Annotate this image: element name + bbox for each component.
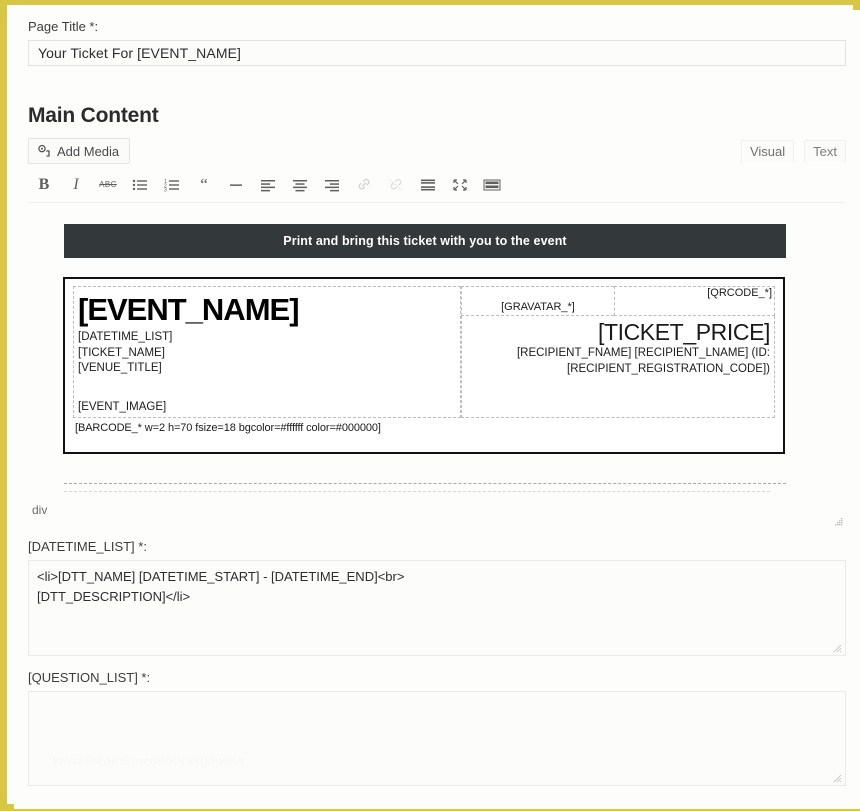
add-media-label: Add Media	[57, 143, 120, 159]
ticket-right-cell: [GRAVATAR_*] [QRCODE_*] [TICKET_PRICE] […	[461, 286, 775, 418]
path-element[interactable]: div	[32, 503, 47, 517]
editor-wrapper: Add Media Visual Text B I ABC 123 “ Prin…	[28, 138, 846, 786]
editor-toolbar: B I ABC 123 “	[28, 173, 846, 203]
ticket-venue-title: [VENUE_TITLE]	[78, 362, 162, 374]
tab-visual[interactable]: Visual	[740, 140, 795, 162]
ticket-price: [TICKET_PRICE]	[597, 319, 770, 345]
ticket-price-cell: [TICKET_PRICE] [RECIPIENT_FNAME] [RECIPI…	[461, 316, 775, 418]
question-list-watermark: www.thedesigncouncil.org/ideas	[53, 751, 244, 771]
ticket-datetime-list: [DATETIME_LIST]	[78, 331, 173, 343]
insert-read-more-icon[interactable]	[412, 173, 444, 197]
editor-mode-tabs: Visual Text	[740, 140, 846, 162]
datetime-list-textarea[interactable]: <li>[DTT_NAME] [DATETIME_START] - [DATET…	[28, 560, 846, 656]
main-content-heading: Main Content	[28, 104, 159, 127]
bold-icon[interactable]: B	[28, 173, 60, 197]
editor-canvas[interactable]: Print and bring this ticket with you to …	[28, 224, 846, 492]
content-divider-secondary	[64, 491, 770, 492]
tab-text[interactable]: Text	[804, 140, 846, 162]
ticket-grid: [EVENT_NAME] [DATETIME_LIST] [TICKET_NAM…	[73, 286, 775, 418]
ticket-box: [EVENT_NAME] [DATETIME_LIST] [TICKET_NAM…	[63, 277, 785, 454]
ticket-ticket-name: [TICKET_NAME]	[78, 346, 165, 359]
question-list-resize-handle[interactable]	[833, 774, 842, 783]
ticket-barcode: [BARCODE_* w=2 h=70 fsize=18 bgcolor=#ff…	[75, 422, 381, 434]
add-media-button[interactable]: Add Media	[28, 138, 131, 164]
page-inner: Page Title *: Your Ticket For [EVENT_NAM…	[14, 10, 860, 809]
ticket-event-image: [EVENT_IMAGE]	[78, 401, 167, 413]
page-title-input[interactable]: Your Ticket For [EVENT_NAME]	[28, 40, 846, 66]
align-left-icon[interactable]	[252, 173, 284, 197]
remove-link-icon[interactable]	[380, 173, 412, 197]
toolbar-toggle-icon[interactable]	[476, 173, 508, 197]
datetime-list-label: [DATETIME_LIST] *:	[28, 539, 147, 554]
ticket-gravatar-cell: [GRAVATAR_*]	[461, 286, 614, 316]
page-frame: Page Title *: Your Ticket For [EVENT_NAM…	[0, 0, 860, 811]
media-row: Add Media Visual Text	[28, 138, 846, 164]
numbered-list-icon[interactable]: 123	[156, 173, 188, 197]
question-list-label: [QUESTION_LIST] *:	[28, 670, 151, 685]
strikethrough-icon[interactable]: ABC	[92, 173, 124, 197]
ticket-event-name: [EVENT_NAME]	[78, 292, 300, 327]
content-divider	[64, 483, 786, 484]
datetime-list-resize-handle[interactable]	[833, 644, 842, 653]
align-right-icon[interactable]	[316, 173, 348, 197]
fullscreen-icon[interactable]	[444, 173, 476, 197]
bulleted-list-icon[interactable]	[124, 173, 156, 197]
italic-icon[interactable]: I	[60, 173, 92, 197]
svg-text:3: 3	[164, 187, 167, 192]
ticket-qrcode-cell: [QRCODE_*]	[614, 286, 775, 316]
datetime-list-line-2: [DTT_DESCRIPTION]</li>	[37, 589, 191, 604]
ticket-right-top-row: [GRAVATAR_*] [QRCODE_*]	[461, 286, 775, 316]
blockquote-icon[interactable]: “	[188, 173, 220, 197]
insert-link-icon[interactable]	[348, 173, 380, 197]
editor-resize-handle[interactable]	[834, 517, 844, 527]
ticket-recipient-line-2: [RECIPIENT_REGISTRATION_CODE])	[567, 362, 770, 375]
ticket-left-cell: [EVENT_NAME] [DATETIME_LIST] [TICKET_NAM…	[73, 286, 461, 418]
editor-path-bar: div	[28, 503, 846, 527]
datetime-list-line-1: <li>[DTT_NAME] [DATETIME_START] - [DATET…	[37, 569, 405, 584]
page-title-label: Page Title *:	[28, 19, 99, 34]
add-media-icon	[37, 144, 51, 158]
question-list-textarea[interactable]: www.thedesigncouncil.org/ideas	[28, 691, 846, 786]
horizontal-rule-icon[interactable]	[220, 173, 252, 197]
ticket-recipient-line-1: [RECIPIENT_FNAME] [RECIPIENT_LNAME] (ID:	[516, 347, 770, 359]
align-center-icon[interactable]	[284, 173, 316, 197]
print-banner: Print and bring this ticket with you to …	[64, 224, 786, 258]
